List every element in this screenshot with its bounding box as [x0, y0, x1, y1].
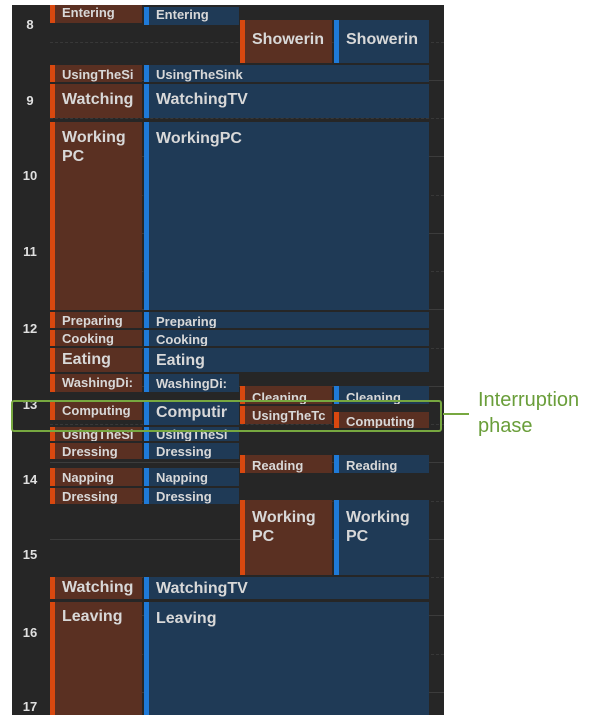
annotation-line-1: Interruption [478, 389, 580, 411]
event-napping-orange[interactable]: Napping [50, 468, 142, 486]
hour-label-17: 17 [22, 699, 38, 714]
hour-label-11: 11 [23, 244, 37, 259]
event-leaving-orange[interactable]: Leaving [50, 602, 142, 715]
event-preparing-blue[interactable]: Preparing [144, 312, 429, 328]
hour-label-8: 8 [26, 17, 34, 32]
event-watching-orange[interactable]: Watching [50, 84, 142, 118]
event-showering-orange[interactable]: Showerin [240, 20, 332, 63]
event-entering-blue[interactable]: Entering [144, 7, 239, 25]
event-cooking-blue[interactable]: Cooking [144, 330, 429, 346]
interruption-highlight-box [11, 400, 442, 432]
event-showering-blue[interactable]: Showerin [334, 20, 429, 63]
event-preparing-orange[interactable]: Preparing [50, 312, 142, 328]
event-dressing-blue[interactable]: Dressing [144, 443, 239, 459]
hour-label-12: 12 [22, 321, 38, 336]
event-workingpc-blue[interactable]: WorkingPC [144, 122, 429, 310]
hour-label-15: 15 [22, 547, 38, 562]
event-workingpc2-orange[interactable]: Working PC [240, 500, 332, 575]
calendar-day-view: 8 9 10 11 12 13 14 15 16 17 Entering Ent… [12, 5, 444, 715]
event-entering-orange[interactable]: Entering [50, 5, 142, 23]
event-workingpc2-blue[interactable]: Working PC [334, 500, 429, 575]
event-reading-orange[interactable]: Reading [240, 455, 332, 473]
callout-connector-line [443, 413, 469, 415]
event-usingthesink-blue[interactable]: UsingTheSink [144, 65, 429, 82]
hour-label-9: 9 [26, 93, 34, 108]
event-watching2-orange[interactable]: Watching [50, 577, 142, 599]
event-eating-blue[interactable]: Eating [144, 348, 429, 372]
hour-label-10: 10 [22, 168, 38, 183]
event-usingthesink-orange[interactable]: UsingTheSi [50, 65, 142, 82]
event-watchingtv-blue[interactable]: WatchingTV [144, 84, 429, 118]
event-reading-blue[interactable]: Reading [334, 455, 429, 473]
event-eating-orange[interactable]: Eating [50, 348, 142, 372]
event-dressing2-blue[interactable]: Dressing [144, 488, 239, 504]
event-washingdishes-blue[interactable]: WashingDi: [144, 374, 239, 392]
event-workingpc-orange[interactable]: Working PC [50, 122, 142, 310]
event-leaving-blue[interactable]: Leaving [144, 602, 429, 715]
event-dressing-orange[interactable]: Dressing [50, 443, 142, 459]
half-hour-gridline [50, 118, 444, 119]
interruption-phase-annotation: Interruption phase [478, 387, 579, 439]
event-watchingtv2-blue[interactable]: WatchingTV [144, 577, 429, 599]
event-cooking-orange[interactable]: Cooking [50, 330, 142, 346]
hour-label-16: 16 [22, 625, 38, 640]
annotation-line-2: phase [478, 415, 533, 437]
hour-label-14: 14 [22, 472, 38, 487]
event-napping-blue[interactable]: Napping [144, 468, 239, 486]
event-washingdishes-orange[interactable]: WashingDi: [50, 374, 142, 392]
event-dressing2-orange[interactable]: Dressing [50, 488, 142, 504]
